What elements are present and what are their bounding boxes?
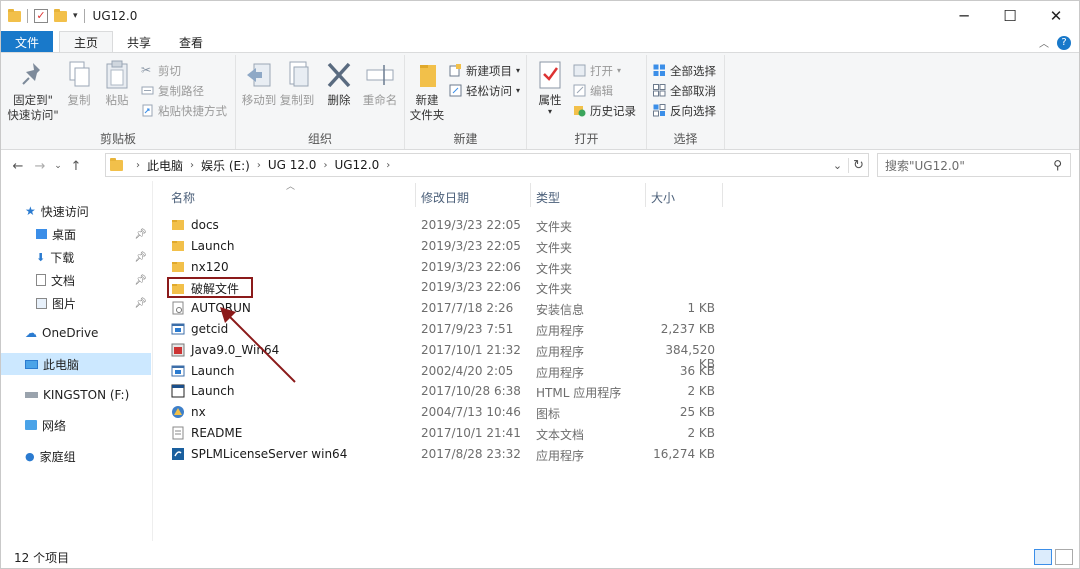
status-bar: 12 个项目	[1, 546, 1079, 568]
item-count: 12 个项目	[14, 550, 70, 565]
explorer-window: ✓ ▾ UG12.0 ─ ☐ ✕ 文件 主页 共享 查看 ︿ ? 固定到" 快速…	[0, 0, 1080, 569]
annotation-arrow-line	[226, 313, 296, 383]
large-icons-view-icon[interactable]	[1055, 549, 1073, 565]
details-view-icon[interactable]	[1034, 549, 1052, 565]
annotation-arrow	[220, 307, 296, 383]
